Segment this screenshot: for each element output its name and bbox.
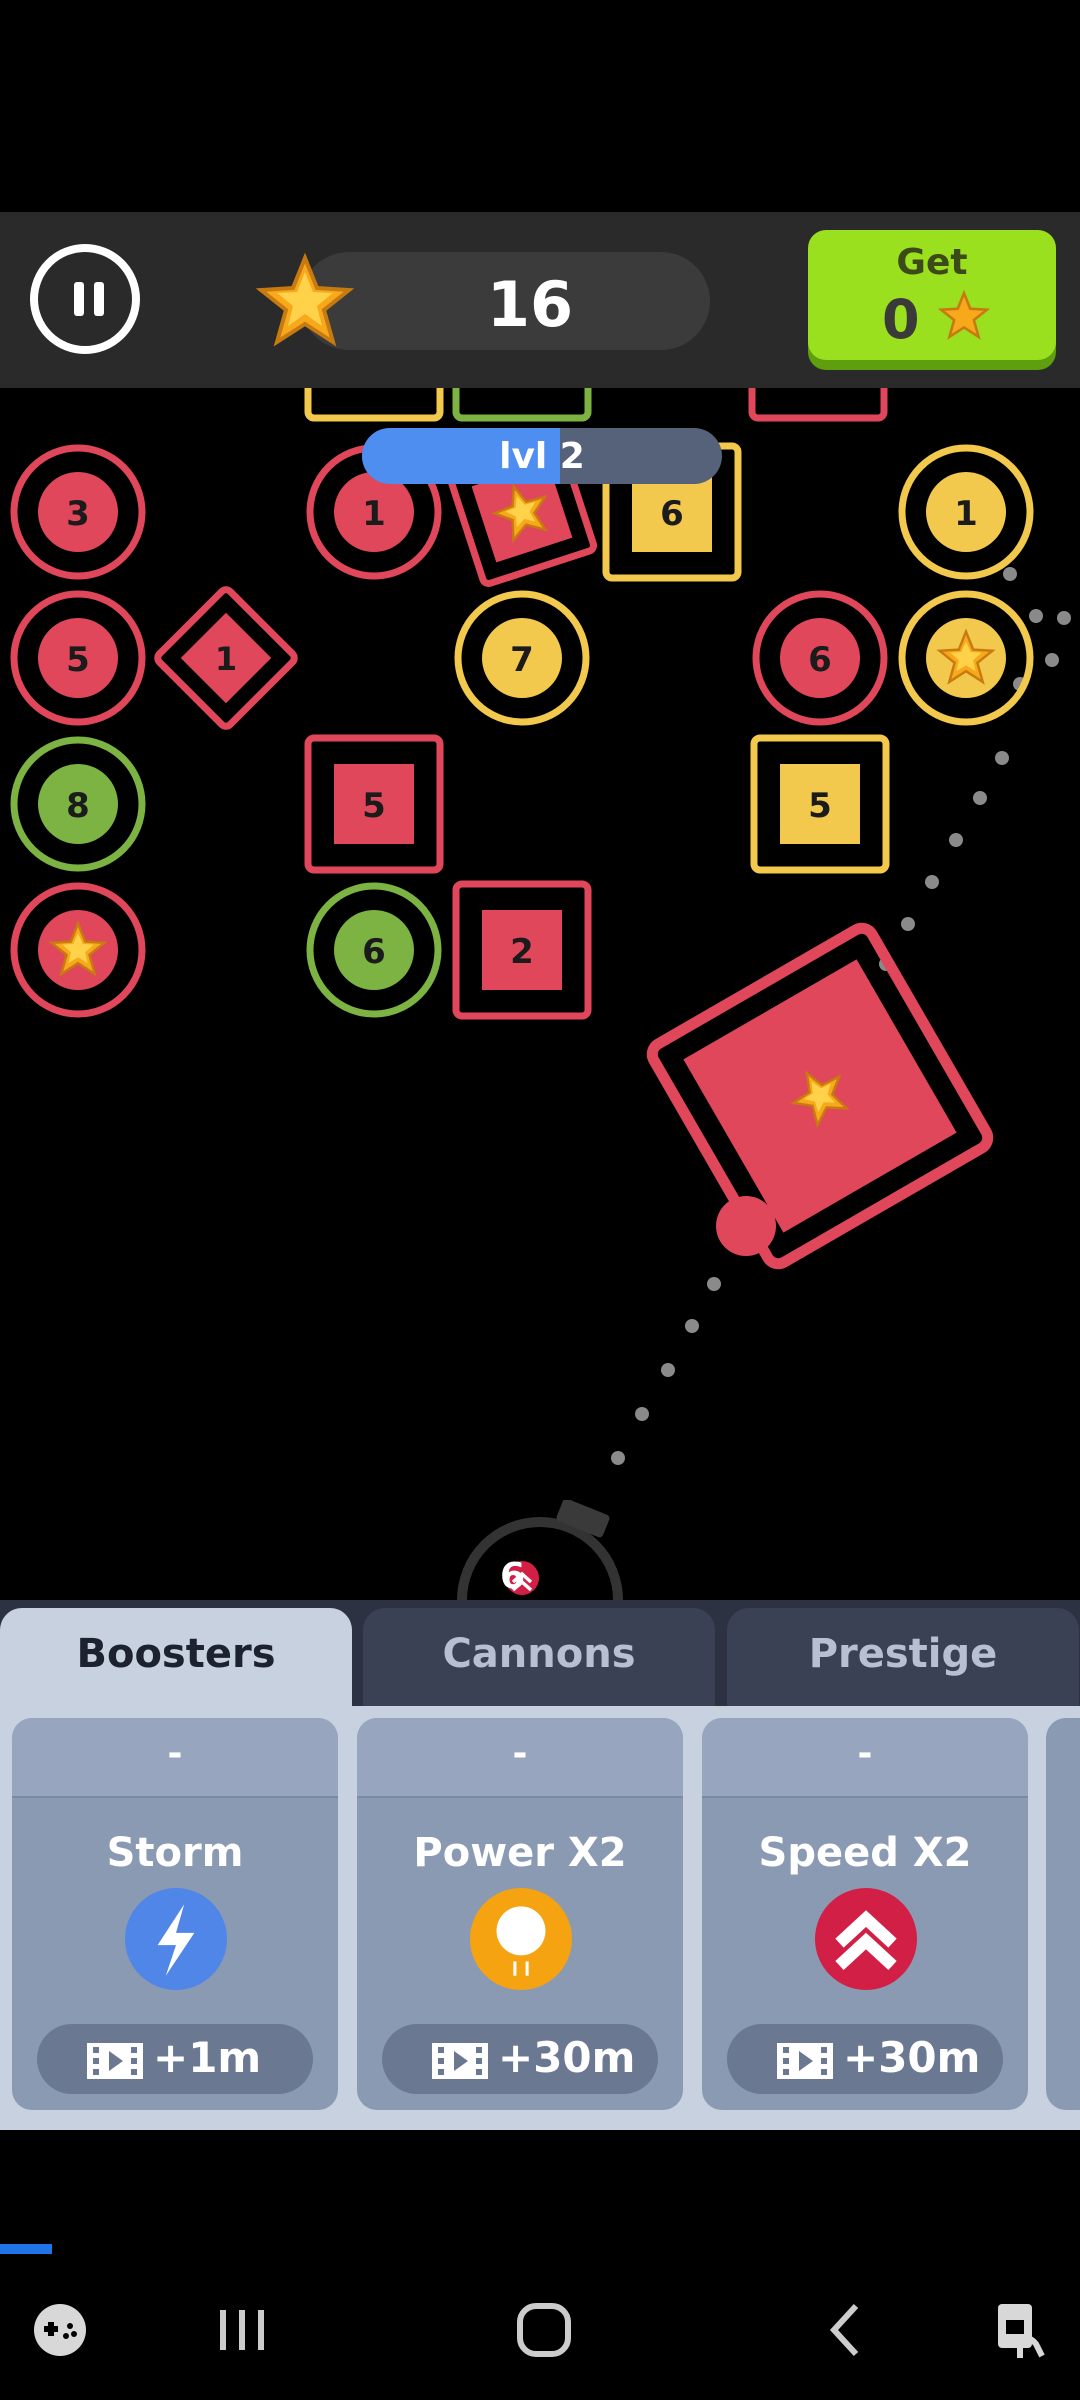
booster-cards: - Storm +1m - Power X2 +30m - Speed X2 +…	[0, 1706, 1080, 2130]
reward-time: +30m	[498, 2033, 636, 2082]
block-circle-yellow-star	[898, 590, 1034, 726]
cannon-ball-count: 6	[500, 1556, 526, 1597]
block-square-red-5: 5	[304, 734, 444, 874]
block-circle-red-5: 5	[10, 590, 146, 726]
pause-icon-bar	[94, 282, 104, 316]
svg-text:8: 8	[66, 786, 90, 826]
game-launcher-icon[interactable]	[28, 2298, 92, 2362]
recent-apps-icon[interactable]	[210, 2298, 274, 2362]
video-ad-icon	[777, 2043, 833, 2079]
star-icon	[938, 290, 990, 340]
screen-lock-touch-icon[interactable]	[990, 2298, 1054, 2362]
get-stars-button[interactable]: Get 0	[808, 230, 1056, 360]
svg-text:3: 3	[66, 494, 90, 534]
svg-text:1: 1	[215, 640, 237, 678]
watch-ad-button[interactable]: +1m	[37, 2024, 313, 2094]
loading-indicator	[0, 2244, 52, 2254]
ball	[716, 1196, 776, 1256]
top-bar: 16 Get 0	[0, 212, 1080, 388]
level-progress-bar: lvl 2	[362, 428, 722, 484]
svg-text:6: 6	[362, 932, 386, 972]
block-circle-green-6: 6	[306, 882, 442, 1018]
reward-time: +1m	[153, 2033, 262, 2082]
svg-text:1: 1	[362, 494, 386, 534]
svg-text:1: 1	[954, 494, 978, 534]
lightning-icon	[125, 1888, 227, 1990]
system-nav-bar	[0, 2260, 1080, 2400]
block-partial	[304, 388, 888, 422]
power-ball-icon	[470, 1888, 572, 1990]
score-value: 16	[486, 268, 574, 341]
booster-card-speed[interactable]: - Speed X2 +30m	[702, 1718, 1028, 2110]
block-circle-red-6: 6	[752, 590, 888, 726]
speed-chevrons-icon	[815, 1888, 917, 1990]
video-ad-icon	[87, 2043, 143, 2079]
block-circle-red-star	[10, 882, 146, 1018]
video-ad-icon	[432, 2043, 488, 2079]
booster-level: -	[357, 1718, 683, 1798]
block-circle-yellow-7: 7	[454, 590, 590, 726]
block-square-yellow-5: 5	[750, 734, 890, 874]
watch-ad-button[interactable]: +30m	[382, 2024, 658, 2094]
get-label: Get	[896, 242, 968, 283]
get-value: 0	[882, 288, 920, 351]
svg-text:7: 7	[510, 640, 534, 680]
block-diamond-red-1: 1	[154, 586, 298, 730]
svg-text:5: 5	[362, 786, 386, 826]
block-circle-yellow-1: 1	[898, 444, 1034, 580]
booster-card-power[interactable]: - Power X2 +30m	[357, 1718, 683, 2110]
svg-text:5: 5	[808, 786, 832, 826]
booster-level: -	[702, 1718, 1028, 1798]
level-label: lvl 2	[499, 436, 585, 477]
block-circle-green-8: 8	[10, 736, 146, 872]
booster-level: -	[12, 1718, 338, 1798]
booster-card-next[interactable]	[1046, 1718, 1080, 2110]
back-icon[interactable]	[816, 2298, 880, 2362]
pause-icon-bar	[74, 282, 84, 316]
star-icon	[255, 252, 355, 347]
svg-text:5: 5	[66, 640, 90, 680]
svg-text:6: 6	[808, 640, 832, 680]
svg-text:2: 2	[510, 932, 534, 972]
reward-time: +30m	[843, 2033, 981, 2082]
tab-cannons[interactable]: Cannons	[363, 1608, 715, 1706]
home-icon[interactable]	[512, 2298, 576, 2362]
game-board[interactable]: 3 1 6 1 5 1 7 6 8 5 5 6 2 lvl 2	[0, 388, 1080, 1600]
block-circle-red-3: 3	[10, 444, 146, 580]
booster-card-storm[interactable]: - Storm +1m	[12, 1718, 338, 2110]
cannon[interactable]	[440, 1500, 640, 1600]
upgrade-panel: Boosters Cannons Prestige - Storm +1m -	[0, 1600, 1080, 2130]
booster-name: Storm	[106, 1830, 244, 1876]
board-canvas: 3 1 6 1 5 1 7 6 8 5 5 6 2	[10, 388, 1071, 1465]
tab-prestige[interactable]: Prestige	[727, 1608, 1079, 1706]
tab-boosters[interactable]: Boosters	[0, 1608, 352, 1706]
watch-ad-button[interactable]: +30m	[727, 2024, 1003, 2094]
booster-name: Power X2	[413, 1830, 627, 1876]
booster-name: Speed X2	[758, 1830, 972, 1876]
block-square-red-2: 2	[452, 880, 592, 1020]
pause-button[interactable]	[30, 244, 140, 354]
svg-text:6: 6	[660, 494, 684, 534]
block-falling-red-star	[646, 922, 994, 1270]
